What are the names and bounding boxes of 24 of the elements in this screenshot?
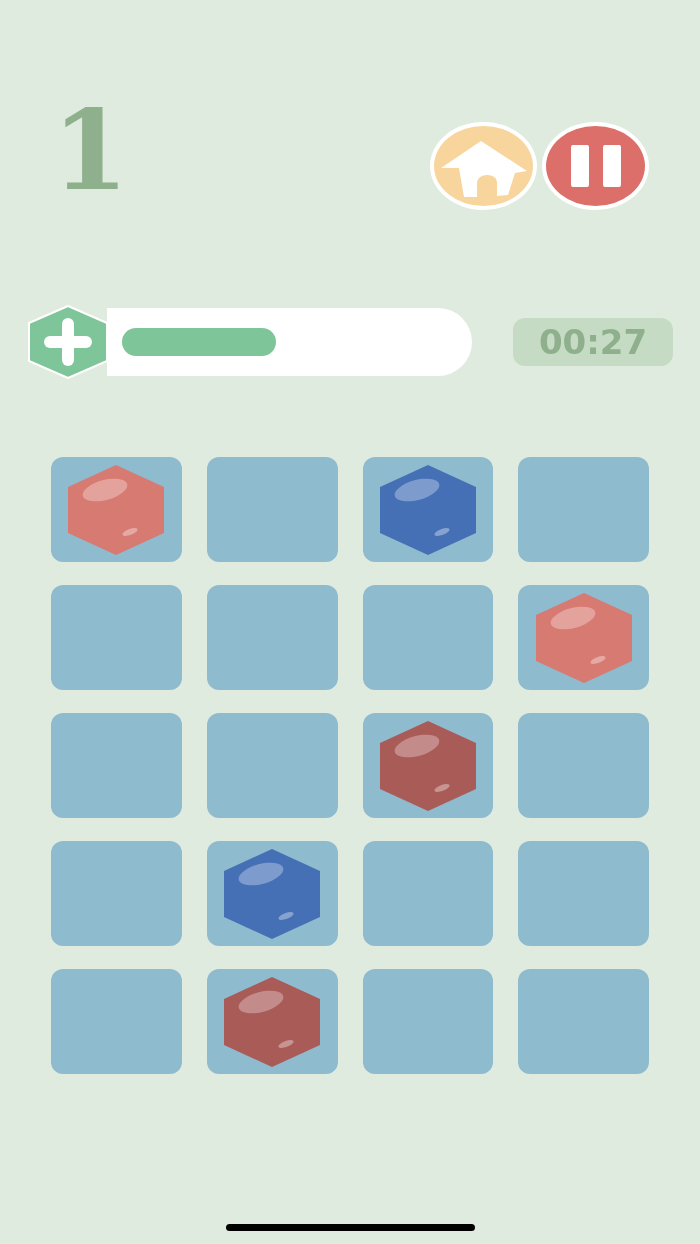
board-tile[interactable] (206, 457, 338, 562)
board-tile[interactable] (518, 713, 649, 818)
board-tile[interactable] (518, 841, 649, 946)
score-counter: 1 (52, 96, 129, 206)
plus-icon[interactable] (27, 305, 109, 379)
board-tile[interactable] (51, 969, 182, 1074)
board-tile[interactable] (206, 713, 338, 818)
board-tile[interactable] (362, 841, 494, 946)
board-tile[interactable] (51, 713, 182, 818)
board-tile[interactable] (362, 713, 494, 818)
board-tile[interactable] (362, 457, 494, 562)
board-tile[interactable] (518, 585, 649, 690)
board-tile[interactable] (51, 457, 182, 562)
board-tile[interactable] (206, 841, 338, 946)
board-tile[interactable] (362, 585, 494, 690)
board-tile[interactable] (206, 969, 338, 1074)
board-tile[interactable] (206, 585, 338, 690)
board-tile[interactable] (518, 457, 649, 562)
board-tile[interactable] (362, 969, 494, 1074)
pause-icon (570, 145, 621, 187)
board-tile[interactable] (51, 585, 182, 690)
timer: 00:27 (513, 318, 673, 366)
board-tile[interactable] (51, 841, 182, 946)
board-tile[interactable] (518, 969, 649, 1074)
